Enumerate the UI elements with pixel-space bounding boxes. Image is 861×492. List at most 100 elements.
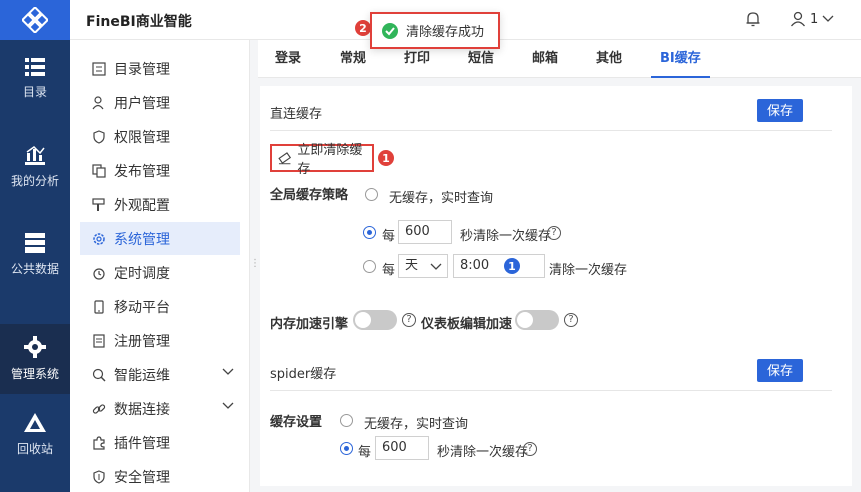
chevron-down-icon (430, 263, 442, 270)
clear-cache-label: 立即清除缓存 (297, 143, 363, 177)
step-badge-blue-1: 1 (504, 258, 520, 274)
time-input[interactable]: 8:00 (453, 254, 545, 278)
bell-icon[interactable] (745, 11, 761, 27)
rail-item-label: 目录 (22, 85, 47, 99)
spider-cache-title: spider缓存 (270, 367, 337, 382)
tab-bi-cache[interactable]: BI缓存 (651, 40, 710, 78)
bi-cache-panel: 直连缓存 保存 立即清除缓存 1 全局缓存策略 无缓存，实时查询 每 600 秒… (260, 86, 852, 486)
gear-icon (24, 336, 46, 358)
recycle-icon (24, 413, 46, 432)
help-icon[interactable]: ? (547, 226, 561, 240)
eraser-icon (278, 152, 292, 165)
divider (270, 130, 832, 131)
menu-item-data-connection[interactable]: 数据连接 (80, 392, 240, 425)
app-logo[interactable] (0, 0, 70, 40)
menu-item-user-mgmt[interactable]: 用户管理 (80, 86, 240, 119)
toast-message: 清除缓存成功 (406, 25, 485, 40)
brush-icon (92, 197, 105, 211)
radio-every-seconds[interactable] (363, 226, 376, 239)
every-suffix: 秒清除一次缓存 (460, 229, 552, 244)
rail-item-recycle-bin[interactable]: 回收站 (0, 400, 70, 470)
clock-icon (93, 267, 105, 280)
spider-every-prefix: 每 (358, 445, 372, 460)
panel-splitter[interactable]: ⋮ (250, 258, 260, 274)
shield-icon (93, 129, 105, 144)
daily-suffix: 清除一次缓存 (549, 263, 628, 278)
spider-radio-no-cache[interactable] (340, 414, 353, 427)
rail-item-label: 管理系统 (10, 367, 59, 381)
tab-email[interactable]: 邮箱 (532, 40, 558, 78)
menu-item-scheduler[interactable]: 定时调度 (80, 256, 240, 289)
clear-cache-button[interactable]: 立即清除缓存 (270, 143, 374, 177)
dashboard-accel-toggle[interactable] (515, 310, 559, 330)
rail-item-label: 回收站 (16, 442, 53, 456)
menu-item-smart-ops[interactable]: 智能运维 (80, 358, 240, 391)
settings-tabs: 登录 常规 打印 短信 邮箱 其他 BI缓存 (258, 40, 861, 78)
direct-cache-title: 直连缓存 (270, 107, 323, 122)
copy-icon (92, 163, 106, 178)
chevron-down-icon (222, 368, 234, 375)
menu-item-plugin-mgmt[interactable]: 插件管理 (80, 426, 240, 459)
daily-prefix: 每 (382, 263, 396, 278)
memory-engine-label: 内存加速引擎 (270, 317, 349, 332)
spider-cache-save-button[interactable]: 保存 (757, 359, 803, 382)
radio-no-cache-label: 无缓存，实时查询 (389, 191, 494, 206)
menu-item-catalog-mgmt[interactable]: 目录管理 (80, 52, 240, 85)
link-icon (92, 403, 106, 414)
divider (270, 390, 832, 391)
unit-select[interactable]: 天 (398, 254, 448, 278)
rail-item-my-analysis[interactable]: 我的分析 (0, 132, 70, 202)
tab-other[interactable]: 其他 (596, 40, 622, 78)
tab-general[interactable]: 常规 (340, 40, 366, 78)
rail-item-admin-system[interactable]: 管理系统 (0, 324, 70, 394)
menu-item-mobile[interactable]: 移动平台 (80, 290, 240, 323)
user-icon (92, 95, 104, 109)
radio-no-cache[interactable] (365, 188, 378, 201)
menu-item-label: 移动平台 (114, 299, 170, 316)
unit-select-value: 天 (405, 258, 419, 273)
menu-item-label: 数据连接 (114, 401, 170, 418)
help-icon[interactable]: ? (523, 442, 537, 456)
menu-item-security-mgmt[interactable]: 安全管理 (80, 460, 240, 492)
puzzle-icon (93, 435, 105, 450)
menu-item-label: 目录管理 (114, 61, 170, 78)
rail-item-catalog[interactable]: 目录 (0, 44, 70, 114)
global-strategy-label: 全局缓存策略 (270, 188, 349, 203)
every-prefix: 每 (382, 229, 396, 244)
document-icon (93, 333, 105, 348)
dashboard-accel-label: 仪表板编辑加速 (421, 317, 513, 332)
menu-item-registration[interactable]: 注册管理 (80, 324, 240, 357)
chevron-down-icon (222, 402, 234, 409)
direct-cache-save-button[interactable]: 保存 (757, 99, 803, 122)
spider-every-suffix: 秒清除一次缓存 (437, 445, 529, 460)
spider-radio-every-seconds[interactable] (340, 442, 353, 455)
menu-item-system-mgmt[interactable]: 系统管理 (80, 222, 240, 255)
menu-item-label: 注册管理 (114, 333, 170, 350)
app-title: FineBI商业智能 (86, 14, 192, 30)
user-menu[interactable]: 1 (790, 11, 834, 27)
menu-item-label: 定时调度 (114, 265, 170, 282)
radio-daily[interactable] (363, 260, 376, 273)
logo-icon (22, 7, 48, 33)
cache-setting-label: 缓存设置 (270, 415, 323, 430)
rail-item-label: 我的分析 (10, 174, 59, 188)
user-label: 1 (810, 11, 819, 27)
help-icon[interactable]: ? (564, 313, 578, 327)
memory-engine-toggle[interactable] (353, 310, 397, 330)
step-badge-2: 2 (355, 20, 371, 36)
help-icon[interactable]: ? (402, 313, 416, 327)
menu-item-appearance[interactable]: 外观配置 (80, 188, 240, 221)
seconds-input[interactable]: 600 (398, 220, 452, 244)
rail-item-public-data[interactable]: 公共数据 (0, 220, 70, 290)
tab-login[interactable]: 登录 (275, 40, 301, 78)
menu-item-label: 外观配置 (114, 197, 170, 214)
menu-item-permission-mgmt[interactable]: 权限管理 (80, 120, 240, 153)
menu-item-label: 发布管理 (114, 163, 170, 180)
spider-seconds-input[interactable]: 600 (375, 436, 429, 460)
step-badge-1: 1 (378, 150, 394, 166)
spider-radio-no-cache-label: 无缓存，实时查询 (364, 417, 469, 432)
admin-menu: 目录管理 用户管理 权限管理 发布管理 外观配置 系统管理 定时调度 移动平台 … (70, 40, 250, 492)
menu-item-label: 智能运维 (114, 367, 170, 384)
left-rail: 目录 我的分析 公共数据 管理系统 回收站 (0, 0, 70, 492)
menu-item-publish-mgmt[interactable]: 发布管理 (80, 154, 240, 187)
